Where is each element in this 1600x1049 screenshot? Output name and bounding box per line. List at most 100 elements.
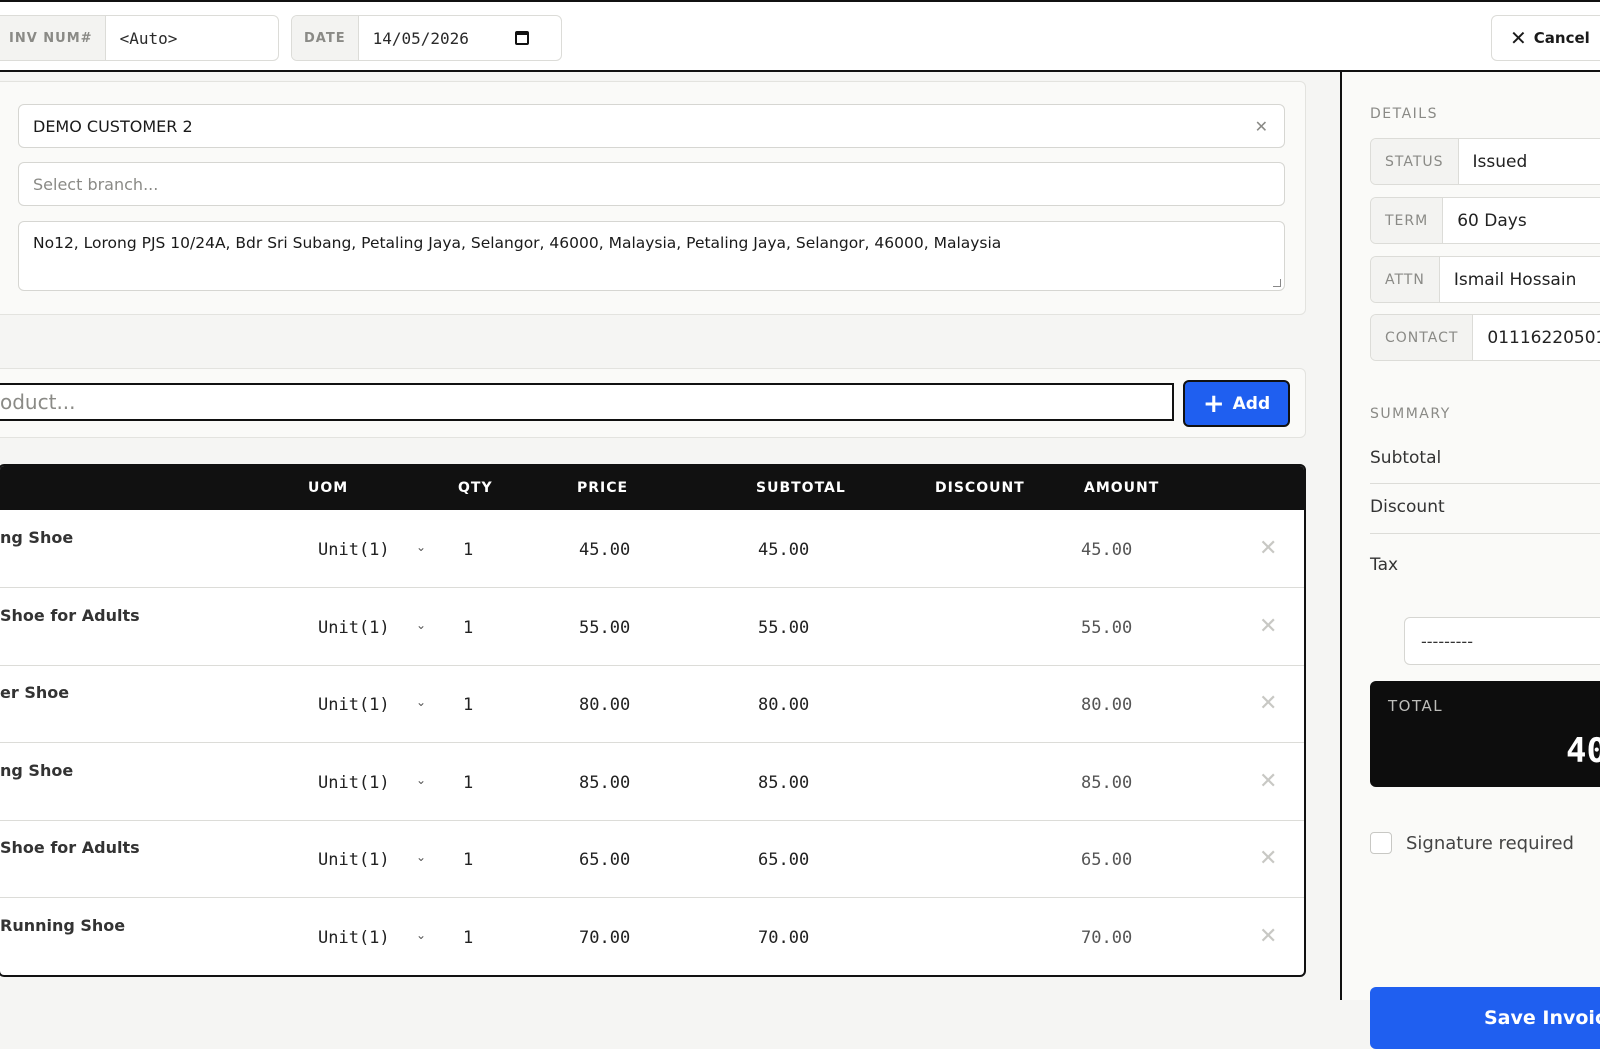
add-product-button[interactable]: + Add <box>1183 380 1290 427</box>
discount-label: Discount <box>1370 497 1445 517</box>
col-qty: QTY <box>458 480 493 496</box>
contact-label: CONTACT <box>1371 315 1474 360</box>
add-label: Add <box>1232 393 1271 414</box>
calendar-icon[interactable] <box>514 31 529 45</box>
uom-select[interactable]: Unit(1) <box>318 850 390 870</box>
uom-select[interactable]: Unit(1) <box>318 618 390 638</box>
status-field[interactable]: STATUS Issued <box>1370 138 1600 185</box>
remove-row-icon[interactable]: ✕ <box>1259 924 1277 949</box>
col-amount: AMOUNT <box>1084 480 1160 496</box>
invoice-number-label: INV NUM# <box>0 16 106 60</box>
contact-field[interactable]: CONTACT 01116220501 <box>1370 314 1600 361</box>
save-invoice-button[interactable]: Save Invoice <box>1370 987 1600 1049</box>
uom-select[interactable]: Unit(1) <box>318 695 390 715</box>
subtotal-value: 65.00 <box>758 850 810 870</box>
amount-value: 65.00 <box>1081 850 1133 870</box>
table-row: er Shoe Unit(1) 1 80.00 80.00 80.00 ⌄ ✕ <box>0 665 1304 743</box>
amount-value: 85.00 <box>1081 772 1133 793</box>
price-input[interactable]: 70.00 <box>579 928 630 948</box>
branch-placeholder: Select branch... <box>33 174 159 194</box>
tax-label: Tax <box>1370 555 1399 575</box>
subtotal-value: 70.00 <box>758 927 810 948</box>
col-price: PRICE <box>577 480 629 496</box>
qty-input[interactable]: 1 <box>463 695 473 715</box>
qty-input[interactable]: 1 <box>463 540 473 560</box>
clear-customer-icon[interactable]: ✕ <box>1255 117 1268 136</box>
branch-select[interactable]: Select branch... <box>18 162 1285 206</box>
uom-select[interactable]: Unit(1) <box>318 773 390 793</box>
subtotal-label: Subtotal <box>1370 448 1442 468</box>
details-heading: DETAILS <box>1370 106 1438 122</box>
total-box: TOTAL 40 <box>1370 681 1600 787</box>
remove-row-icon[interactable]: ✕ <box>1259 846 1277 871</box>
summary-heading: SUMMARY <box>1370 406 1451 422</box>
col-uom: UOM <box>308 480 349 496</box>
col-subtotal: SUBTOTAL <box>756 480 846 496</box>
uom-select[interactable]: Unit(1) <box>318 928 390 948</box>
status-value[interactable]: Issued <box>1459 139 1542 184</box>
remove-row-icon[interactable]: ✕ <box>1259 769 1277 794</box>
table-row: Shoe for Adults Unit(1) 1 55.00 55.00 55.00 ⌄ ✕ <box>0 588 1304 666</box>
remove-row-icon[interactable]: ✕ <box>1259 691 1277 716</box>
table-row: Running Shoe Unit(1) 1 70.00 70.00 70.00 ⌄ ✕ <box>0 898 1304 976</box>
chevron-down-icon[interactable]: ⌄ <box>416 773 426 787</box>
customer-card: DEMO CUSTOMER 2 ✕ Select branch... No12,… <box>0 81 1306 315</box>
term-value[interactable]: 60 Days <box>1443 198 1540 243</box>
attn-field[interactable]: ATTN Ismail Hossain <box>1370 256 1600 303</box>
invoice-number-field[interactable]: INV NUM# <Auto> <box>0 15 279 61</box>
qty-input[interactable]: 1 <box>463 773 473 793</box>
address-textarea[interactable]: No12, Lorong PJS 10/24A, Bdr Sri Subang,… <box>18 221 1285 291</box>
table-row: ng Shoe Unit(1) 1 85.00 85.00 85.00 ⌄ ✕ <box>0 743 1304 821</box>
invoice-number-input[interactable]: <Auto> <box>106 16 192 60</box>
date-value: 14/05/2026 <box>372 28 469 48</box>
col-discount: DISCOUNT <box>935 480 1025 496</box>
subtotal-value: 85.00 <box>758 772 810 793</box>
price-input[interactable]: 55.00 <box>579 618 630 638</box>
qty-input[interactable]: 1 <box>463 928 473 948</box>
product-name: ng Shoe <box>0 760 74 780</box>
save-label: Save Invoice <box>1484 1007 1600 1029</box>
chevron-down-icon[interactable]: ⌄ <box>416 928 426 942</box>
price-input[interactable]: 65.00 <box>579 850 630 870</box>
signature-option[interactable]: Signature required <box>1370 832 1574 854</box>
date-field[interactable]: DATE 14/05/2026 <box>291 15 562 61</box>
date-input[interactable]: 14/05/2026 <box>359 16 543 60</box>
total-value: 40 <box>1566 731 1600 771</box>
divider <box>1370 533 1600 534</box>
chevron-down-icon[interactable]: ⌄ <box>416 850 426 864</box>
term-field[interactable]: TERM 60 Days <box>1370 197 1600 244</box>
price-input[interactable]: 80.00 <box>579 695 630 715</box>
top-bar: INV NUM# <Auto> DATE 14/05/2026 ✕ Cancel <box>0 0 1600 72</box>
remove-row-icon[interactable]: ✕ <box>1259 536 1277 561</box>
line-items-table: UOM QTY PRICE SUBTOTAL DISCOUNT AMOUNT n… <box>0 464 1306 977</box>
product-name: Running Shoe <box>0 915 126 935</box>
price-input[interactable]: 85.00 <box>579 773 630 793</box>
tax-value: --------- <box>1421 631 1473 651</box>
chevron-down-icon[interactable]: ⌄ <box>416 540 426 554</box>
contact-value[interactable]: 01116220501 <box>1473 315 1600 360</box>
signature-checkbox[interactable] <box>1370 832 1392 854</box>
remove-row-icon[interactable]: ✕ <box>1259 614 1277 639</box>
amount-value: 55.00 <box>1081 617 1133 638</box>
cancel-button[interactable]: ✕ Cancel <box>1491 15 1600 61</box>
table-header: UOM QTY PRICE SUBTOTAL DISCOUNT AMOUNT <box>0 466 1304 510</box>
customer-select[interactable]: DEMO CUSTOMER 2 ✕ <box>18 104 1285 148</box>
price-input[interactable]: 45.00 <box>579 540 630 560</box>
uom-select[interactable]: Unit(1) <box>318 540 390 560</box>
chevron-down-icon[interactable]: ⌄ <box>416 618 426 632</box>
product-search-input[interactable]: oduct... <box>0 383 1174 421</box>
customer-name: DEMO CUSTOMER 2 <box>33 116 193 136</box>
amount-value: 45.00 <box>1081 540 1133 560</box>
subtotal-value: 80.00 <box>758 695 810 715</box>
total-label: TOTAL <box>1388 697 1444 715</box>
tax-select[interactable]: --------- <box>1404 617 1600 665</box>
table-row: ng Shoe Unit(1) 1 45.00 45.00 45.00 ⌄ ✕ <box>0 510 1304 588</box>
qty-input[interactable]: 1 <box>463 850 473 870</box>
term-label: TERM <box>1371 198 1444 243</box>
plus-icon: + <box>1202 388 1225 419</box>
resize-handle-icon[interactable] <box>1273 279 1281 287</box>
attn-value[interactable]: Ismail Hossain <box>1440 257 1591 302</box>
product-search-placeholder: oduct... <box>0 390 76 414</box>
chevron-down-icon[interactable]: ⌄ <box>416 695 426 709</box>
qty-input[interactable]: 1 <box>463 618 473 638</box>
